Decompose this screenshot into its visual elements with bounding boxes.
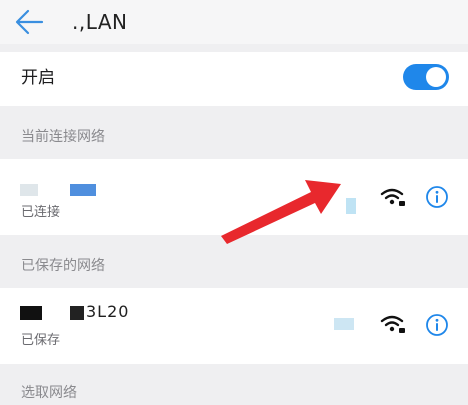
redaction-smudge <box>334 318 354 330</box>
app-header: .,LAN <box>0 0 468 44</box>
info-icon[interactable] <box>425 313 449 337</box>
section-current-label: 当前连接网络 <box>21 129 105 145</box>
saved-status: 已保存 <box>21 333 61 348</box>
ssid-redacted <box>20 184 38 196</box>
connected-status: 已连接 <box>21 205 61 220</box>
switch-knob <box>426 67 446 87</box>
saved-ssid: 3L20 <box>86 302 130 321</box>
wifi-locked-icon <box>380 188 405 206</box>
redaction-smudge <box>346 198 356 214</box>
toggle-label: 开启 <box>21 68 55 88</box>
wifi-locked-icon <box>380 315 405 333</box>
info-icon[interactable] <box>425 185 449 209</box>
wlan-toggle-row[interactable]: 开启 <box>0 52 468 106</box>
page-title: .,LAN <box>72 10 128 34</box>
ssid-redacted <box>20 306 42 320</box>
wlan-switch[interactable] <box>403 64 449 90</box>
ssid-redacted <box>70 306 84 320</box>
ssid-redacted <box>70 184 96 196</box>
arrow-left-icon[interactable] <box>12 7 46 37</box>
red-arrow-annotation <box>221 180 341 244</box>
section-saved-label: 已保存的网络 <box>21 258 105 274</box>
section-choose-label: 选取网络 <box>21 385 77 401</box>
